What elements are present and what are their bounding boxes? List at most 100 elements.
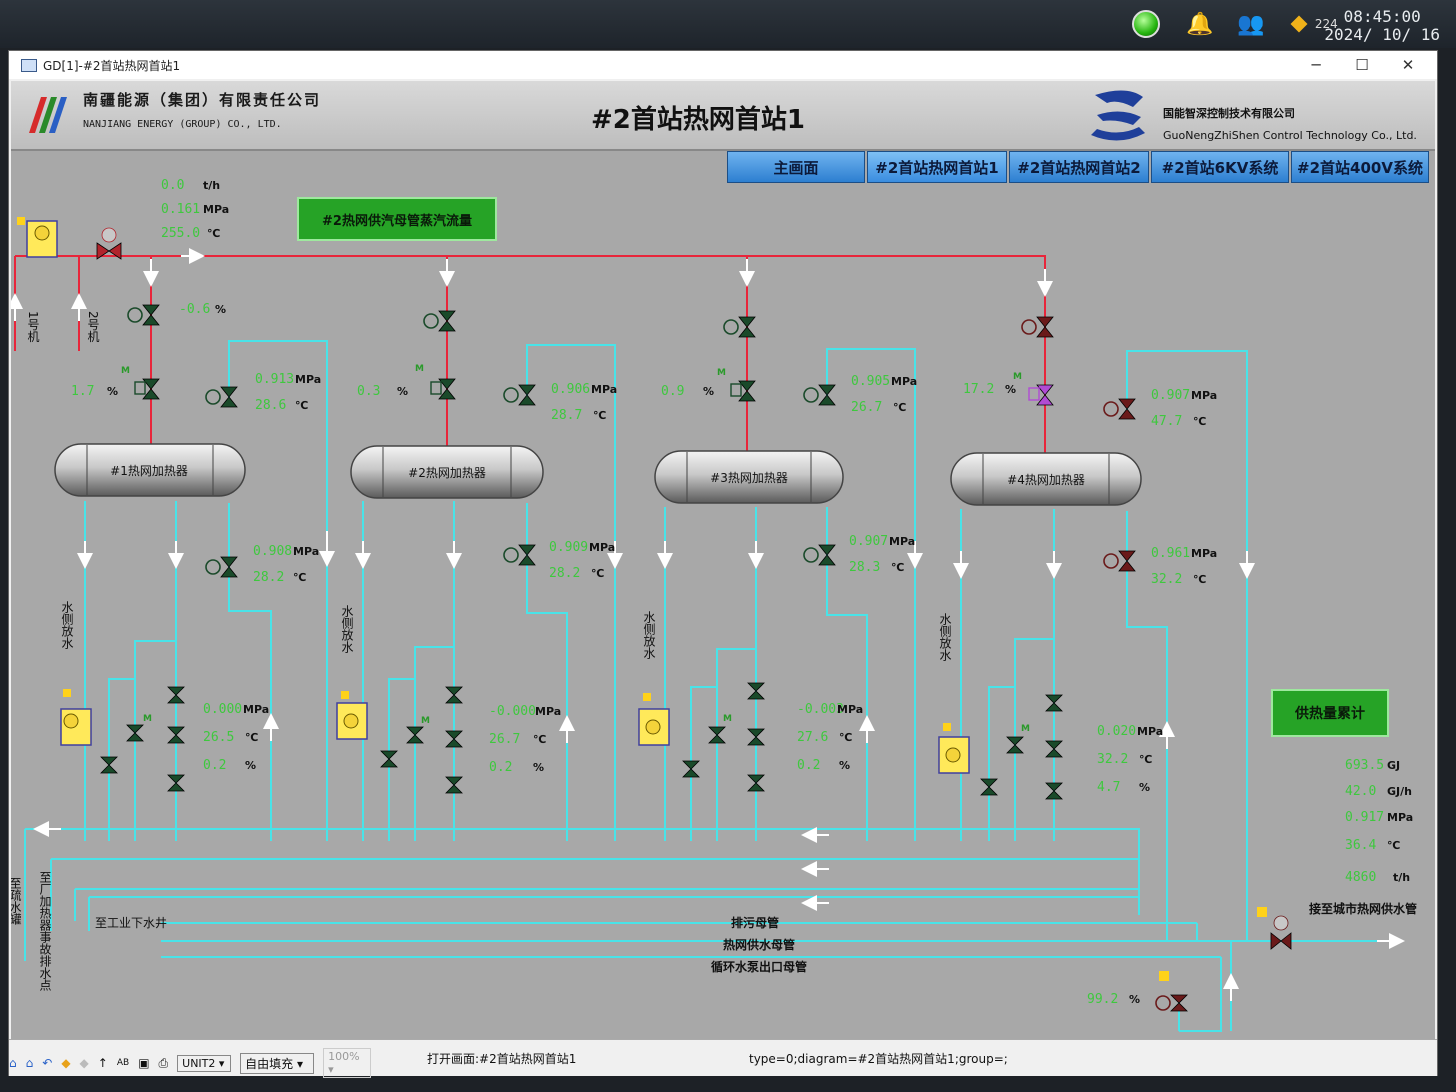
heater-3[interactable]: #3热网加热器	[654, 450, 844, 504]
users-icon[interactable]: 👥	[1237, 12, 1264, 37]
heater-2-readings: 0.3% 0.906 MPa 28.7 ℃ 0.909 MPa 28.2 ℃ -0.00…	[357, 382, 617, 775]
maximize-button[interactable]: ☐	[1339, 51, 1385, 79]
heater-4[interactable]: #4热网加热器	[950, 452, 1142, 506]
heater-4-steam-valve	[1036, 316, 1054, 338]
svg-text:M: M	[717, 368, 726, 378]
unit-select[interactable]: UNIT2 ▾	[177, 1054, 232, 1072]
up-icon[interactable]: ↑	[98, 1056, 108, 1070]
svg-text:%: %	[839, 759, 850, 772]
svg-text:693.5: 693.5	[1345, 758, 1384, 773]
svg-text:℃: ℃	[891, 561, 904, 574]
to-industrial-label: 至工业下水井	[95, 916, 167, 930]
svg-text:0.000: 0.000	[203, 702, 242, 717]
svg-text:17.2: 17.2	[963, 382, 994, 397]
svg-text:1.7: 1.7	[71, 384, 94, 399]
steam-piping	[14, 255, 1046, 461]
accum-readings: 693.5 GJ 42.0 GJ/h 0.917 MPa 36.4 ℃ 4860 t/h	[1345, 758, 1413, 885]
water-piping	[24, 340, 1387, 1032]
steam-flow-button[interactable]: #2热网供汽母管蒸汽流量	[297, 197, 497, 241]
window-titlebar: GD[1]-#2首站热网首站1 ─ ☐ ✕	[9, 51, 1437, 79]
svg-text:0.2: 0.2	[489, 760, 512, 775]
svg-text:MPa: MPa	[1387, 811, 1413, 824]
svg-text:水侧放水: 水侧放水	[642, 611, 656, 659]
heater-1-label: #1热网加热器	[110, 464, 188, 478]
svg-text:℃: ℃	[533, 733, 546, 746]
svg-text:℃: ℃	[591, 567, 604, 580]
clock: 08:45:00 2024/ 10/ 16	[1324, 8, 1440, 44]
home-icon[interactable]: ⌂	[26, 1056, 34, 1070]
svg-text:MPa: MPa	[837, 703, 863, 716]
svg-text:27.6: 27.6	[797, 730, 828, 745]
svg-text:MPa: MPa	[295, 373, 321, 386]
svg-text:%: %	[703, 385, 714, 398]
svg-text:4.7: 4.7	[1097, 780, 1120, 795]
steam-temp-unit: ℃	[207, 227, 220, 240]
minimize-button[interactable]: ─	[1293, 51, 1339, 79]
pump-outlet-label: 循环水泵出口母管	[711, 959, 807, 974]
ab-icon[interactable]: AB	[117, 1058, 129, 1068]
heat-accum-button[interactable]: 供热量累计	[1271, 689, 1389, 737]
app-icon	[21, 58, 37, 72]
status-ok-icon[interactable]	[1132, 10, 1160, 38]
sewage-header-label: 排污母管	[731, 915, 779, 930]
svg-text:0.906: 0.906	[551, 382, 590, 397]
heater-4-readings: 17.2% 0.907 MPa 47.7 ℃ 0.961 MPa 32.2 ℃ 0.02…	[963, 382, 1217, 795]
svg-text:0.907: 0.907	[849, 534, 888, 549]
lock-icon	[643, 693, 651, 701]
coin-icon	[1290, 15, 1308, 33]
heater-3-label: #3热网加热器	[710, 471, 788, 485]
forward-icon[interactable]: ◆	[80, 1056, 89, 1070]
svg-text:32.2: 32.2	[1151, 572, 1182, 587]
bottom-valve-pct: 99.2	[1087, 992, 1118, 1007]
open-icon[interactable]: ⌂	[9, 1056, 17, 1070]
svg-text:%: %	[1005, 383, 1016, 396]
back-icon[interactable]: ◆	[61, 1056, 70, 1070]
svg-text:MPa: MPa	[243, 703, 269, 716]
close-button[interactable]: ✕	[1385, 51, 1431, 79]
svg-text:28.7: 28.7	[551, 408, 582, 423]
svg-text:MPa: MPa	[891, 375, 917, 388]
svg-text:℃: ℃	[293, 571, 306, 584]
status-bar: ⌂ ⌂ ↶ ◆ ◆ ↑ AB ▣ ⎙ UNIT2 ▾ 自由填充 ▾ 100% ▾…	[9, 1039, 1437, 1078]
valves[interactable]	[96, 227, 1292, 1012]
svg-text:℃: ℃	[1193, 415, 1206, 428]
svg-text:0.908: 0.908	[253, 544, 292, 559]
svg-text:36.4: 36.4	[1345, 838, 1376, 853]
heater-1[interactable]: #1热网加热器	[54, 443, 246, 497]
svg-text:26.7: 26.7	[489, 732, 520, 747]
motorized-valves[interactable]	[17, 217, 1267, 981]
svg-text:0.020: 0.020	[1097, 724, 1136, 739]
lock-icon	[1257, 907, 1267, 917]
svg-text:M: M	[143, 714, 152, 724]
svg-text:0.2: 0.2	[797, 758, 820, 773]
save-icon[interactable]: ▣	[138, 1056, 149, 1070]
clock-time: 08:45:00	[1343, 7, 1421, 26]
zoom-select[interactable]: 100% ▾	[323, 1048, 372, 1078]
svg-text:0.909: 0.909	[549, 540, 588, 555]
steam-readings: 0.0 t/h 0.161 MPa 255.0 ℃ -0.6 %	[161, 178, 229, 317]
svg-text:℃: ℃	[593, 409, 606, 422]
fill-select[interactable]: 自由填充 ▾	[240, 1052, 315, 1074]
svg-text:28.3: 28.3	[849, 560, 880, 575]
svg-text:0.907: 0.907	[1151, 388, 1190, 403]
svg-text:MPa: MPa	[535, 705, 561, 718]
status-message: 打开画面:#2首站热网首站1	[427, 1052, 577, 1066]
lock-icon	[1159, 971, 1169, 981]
to-plant-heater-label: 至厂加热器事故排水点	[38, 871, 52, 991]
heater-2[interactable]: #2热网加热器	[350, 445, 544, 499]
svg-text:M: M	[723, 714, 732, 724]
svg-text:%: %	[1129, 993, 1140, 1006]
svg-text:26.5: 26.5	[203, 730, 234, 745]
heater-4-label: #4热网加热器	[1007, 473, 1085, 487]
lock-icon	[17, 217, 25, 225]
undo-icon[interactable]: ↶	[42, 1056, 52, 1070]
app-window: GD[1]-#2首站热网首站1 ─ ☐ ✕ 南疆能源（集团）有限责任公司 NAN…	[8, 50, 1438, 1078]
steam-flow-value: 0.0	[161, 178, 184, 193]
svg-text:MPa: MPa	[589, 541, 615, 554]
to-drain-tank-label: 至疏水罐	[11, 877, 22, 926]
print-icon[interactable]: ⎙	[159, 1056, 169, 1071]
heater-1-steam-valve	[142, 304, 160, 326]
svg-text:%: %	[1139, 781, 1150, 794]
bell-icon[interactable]: 🔔	[1186, 12, 1213, 37]
svg-text:M: M	[415, 364, 424, 374]
